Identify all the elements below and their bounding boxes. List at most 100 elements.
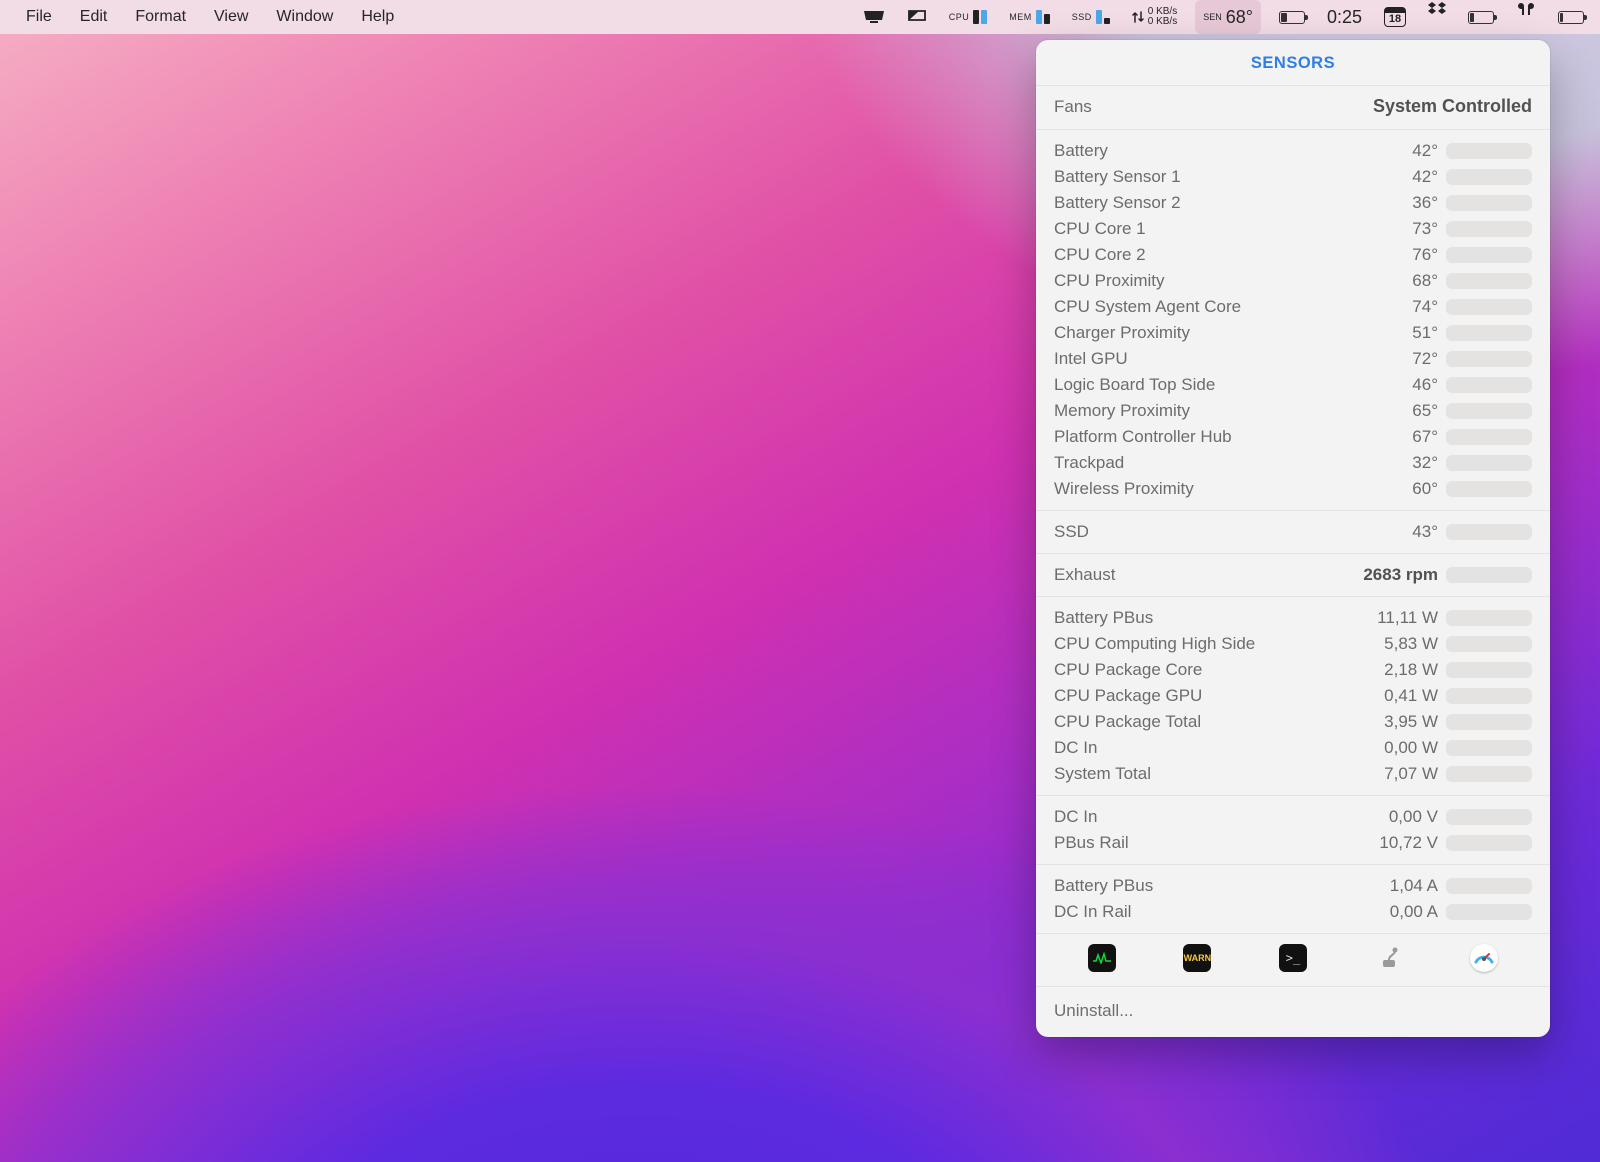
menu-window[interactable]: Window bbox=[262, 0, 347, 34]
sensor-bar bbox=[1446, 429, 1532, 445]
sensor-value: 3,95 W bbox=[1320, 712, 1438, 732]
sensor-row[interactable]: Charger Proximity 51° bbox=[1054, 320, 1532, 346]
sensor-value: 65° bbox=[1320, 401, 1438, 421]
battery-status-2[interactable] bbox=[1464, 0, 1498, 34]
sensor-value: 0,00 W bbox=[1320, 738, 1438, 758]
sensor-row[interactable]: Battery Sensor 236° bbox=[1054, 190, 1532, 216]
sensor-value: 67° bbox=[1320, 427, 1438, 447]
section-temperatures: Battery42°Battery Sensor 142°Battery Sen… bbox=[1036, 129, 1550, 510]
cpu-label: CPU bbox=[949, 13, 970, 21]
uninstall-button[interactable]: Uninstall... bbox=[1036, 986, 1550, 1037]
menu-help[interactable]: Help bbox=[347, 0, 408, 34]
sensor-row[interactable]: Memory Proximity65° bbox=[1054, 398, 1532, 424]
sensor-label: SSD bbox=[1054, 522, 1312, 542]
sensor-row[interactable]: Battery Sensor 142° bbox=[1054, 164, 1532, 190]
sensor-row[interactable]: DC In0,00 V bbox=[1054, 804, 1532, 830]
mem-bars-icon bbox=[1036, 10, 1050, 24]
sensor-row[interactable]: Platform Controller Hub67° bbox=[1054, 424, 1532, 450]
sensor-row[interactable]: Trackpad32° bbox=[1054, 450, 1532, 476]
sensor-row[interactable]: PBus Rail10,72 V bbox=[1054, 830, 1532, 856]
sensor-value: 0,41 W bbox=[1320, 686, 1438, 706]
sensor-row[interactable]: SSD43° bbox=[1054, 519, 1532, 545]
sensor-row[interactable]: Battery PBus1,04 A bbox=[1054, 873, 1532, 899]
airpods-icon[interactable] bbox=[1512, 0, 1540, 34]
activity-monitor-icon[interactable] bbox=[1088, 944, 1116, 972]
sensor-value: 60° bbox=[1320, 479, 1438, 499]
sensor-row[interactable]: CPU Proximity 68° bbox=[1054, 268, 1532, 294]
display-icon[interactable] bbox=[859, 0, 889, 34]
sensor-label: CPU System Agent Core bbox=[1054, 297, 1312, 317]
sensor-value: 1,04 A bbox=[1320, 876, 1438, 896]
sensor-row[interactable]: System Total7,07 W bbox=[1054, 761, 1532, 787]
sensor-bar bbox=[1446, 247, 1532, 263]
sensor-row[interactable]: CPU Computing High Side5,83 W bbox=[1054, 631, 1532, 657]
istat-network[interactable]: 0 KB/s 0 KB/s bbox=[1128, 0, 1181, 34]
sensor-row[interactable]: DC In Rail0,00 A bbox=[1054, 899, 1532, 925]
menu-view[interactable]: View bbox=[200, 0, 262, 34]
sensor-label: Intel GPU bbox=[1054, 349, 1312, 369]
menu-format[interactable]: Format bbox=[121, 0, 200, 34]
terminal-icon[interactable]: >_ bbox=[1279, 944, 1307, 972]
sensor-value: 42° bbox=[1320, 167, 1438, 187]
panel-footer: WARN >_ bbox=[1036, 933, 1550, 986]
sensor-bar bbox=[1446, 809, 1532, 825]
sensor-bar bbox=[1446, 524, 1532, 540]
sensor-row[interactable]: CPU System Agent Core74° bbox=[1054, 294, 1532, 320]
section-current: Battery PBus1,04 ADC In Rail0,00 A bbox=[1036, 864, 1550, 933]
sensor-label: DC In Rail bbox=[1054, 902, 1312, 922]
system-info-icon[interactable] bbox=[1375, 944, 1403, 972]
sen-label: SEN bbox=[1203, 13, 1222, 21]
sensor-row[interactable]: Wireless Proximity60° bbox=[1054, 476, 1532, 502]
sensor-row[interactable]: CPU Core 276° bbox=[1054, 242, 1532, 268]
sensor-row[interactable]: Intel GPU72° bbox=[1054, 346, 1532, 372]
sensor-label: System Total bbox=[1054, 764, 1312, 784]
section-ssd: SSD43° bbox=[1036, 510, 1550, 553]
dropbox-icon[interactable] bbox=[1424, 0, 1450, 34]
sensor-bar bbox=[1446, 273, 1532, 289]
sensor-label: CPU Package Core bbox=[1054, 660, 1312, 680]
sensor-row[interactable]: Battery42° bbox=[1054, 138, 1532, 164]
fans-row[interactable]: Fans System Controlled bbox=[1036, 85, 1550, 129]
sensor-bar bbox=[1446, 351, 1532, 367]
sensor-label: Exhaust bbox=[1054, 565, 1312, 585]
sensor-value: 51° bbox=[1320, 323, 1438, 343]
sensor-label: CPU Package Total bbox=[1054, 712, 1312, 732]
menubar: File Edit Format View Window Help CPU ME… bbox=[0, 0, 1600, 34]
sensor-row[interactable]: Exhaust2683 rpm bbox=[1054, 562, 1532, 588]
battery-icon bbox=[1468, 11, 1494, 24]
calendar-day: 18 bbox=[1389, 13, 1401, 25]
sensor-value: 42° bbox=[1320, 141, 1438, 161]
sensor-value: 68° bbox=[1320, 271, 1438, 291]
sensor-bar bbox=[1446, 766, 1532, 782]
sensor-row[interactable]: CPU Package Core 2,18 W bbox=[1054, 657, 1532, 683]
sensor-label: Charger Proximity bbox=[1054, 323, 1312, 343]
sensor-label: PBus Rail bbox=[1054, 833, 1312, 853]
sensor-label: CPU Proximity bbox=[1054, 271, 1312, 291]
calendar[interactable]: 18 bbox=[1380, 0, 1410, 34]
istat-ssd[interactable]: SSD bbox=[1068, 0, 1114, 34]
istat-cpu[interactable]: CPU bbox=[945, 0, 992, 34]
sensor-row[interactable]: DC In0,00 W bbox=[1054, 735, 1532, 761]
battery-status-3[interactable] bbox=[1554, 0, 1588, 34]
battery-status-1[interactable] bbox=[1275, 0, 1309, 34]
sensor-bar bbox=[1446, 662, 1532, 678]
sensor-row[interactable]: Battery PBus11,11 W bbox=[1054, 605, 1532, 631]
net-down: 0 KB/s bbox=[1148, 17, 1177, 27]
istat-mem[interactable]: MEM bbox=[1005, 0, 1054, 34]
presenter-icon[interactable] bbox=[903, 0, 931, 34]
console-icon[interactable]: WARN bbox=[1183, 944, 1211, 972]
gauge-icon[interactable] bbox=[1470, 944, 1498, 972]
sensor-bar bbox=[1446, 636, 1532, 652]
sensor-row[interactable]: CPU Package GPU0,41 W bbox=[1054, 683, 1532, 709]
sensor-value: 0,00 V bbox=[1320, 807, 1438, 827]
istat-sensors[interactable]: SEN 68° bbox=[1195, 0, 1261, 34]
sensors-panel: SENSORS Fans System Controlled Battery42… bbox=[1036, 40, 1550, 1037]
sensor-row[interactable]: CPU Core 173° bbox=[1054, 216, 1532, 242]
sensor-value: 2,18 W bbox=[1320, 660, 1438, 680]
clock[interactable]: 0:25 bbox=[1323, 0, 1366, 34]
sensor-row[interactable]: CPU Package Total 3,95 W bbox=[1054, 709, 1532, 735]
menu-file[interactable]: File bbox=[12, 0, 66, 34]
menu-edit[interactable]: Edit bbox=[66, 0, 122, 34]
mem-label: MEM bbox=[1009, 13, 1032, 21]
sensor-row[interactable]: Logic Board Top Side46° bbox=[1054, 372, 1532, 398]
